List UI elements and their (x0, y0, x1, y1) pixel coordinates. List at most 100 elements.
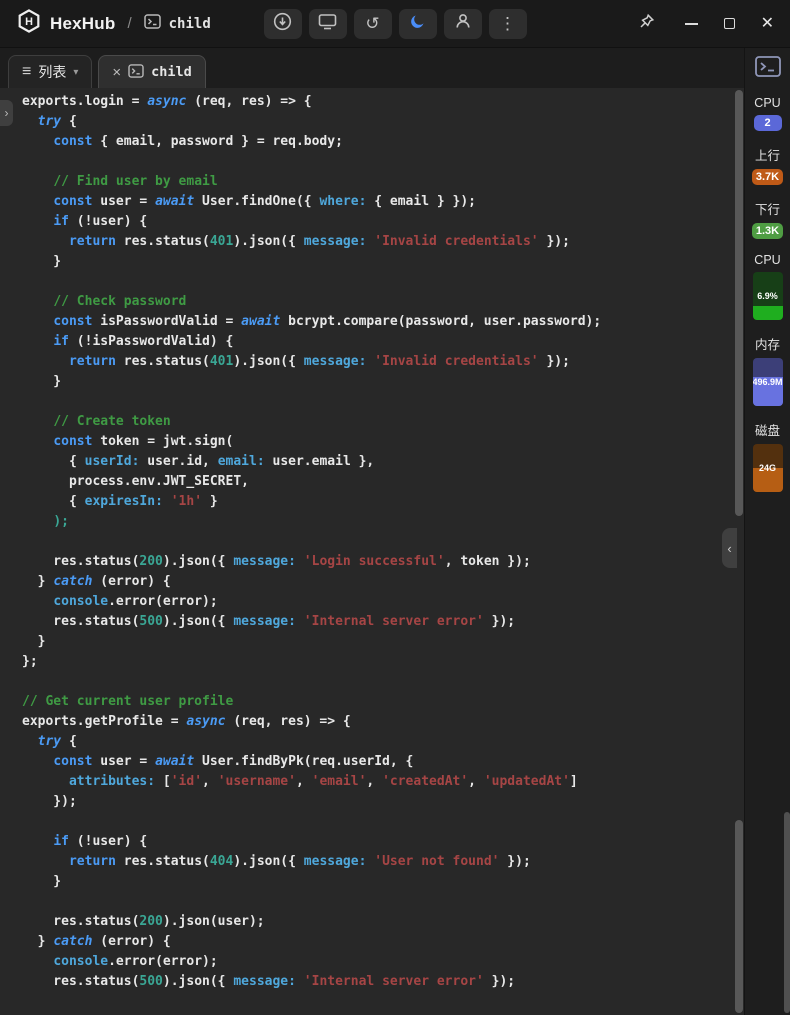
gauge-value: 496.9M (752, 377, 783, 387)
stat-label: CPU (754, 96, 781, 110)
gauge-value: 6.9% (757, 291, 778, 301)
code-line: exports.login = async (req, res) => { (22, 94, 312, 109)
stat-label: 内存 (754, 338, 780, 352)
code-line: if (!isPasswordValid) { (53, 334, 234, 349)
code-line: // Create token (53, 414, 171, 429)
code-line: } (22, 634, 46, 649)
pin-button[interactable] (638, 13, 655, 35)
code-line: return res.status(401).json({ message: '… (68, 234, 570, 249)
breadcrumb-separator: / (127, 15, 132, 32)
code-line: res.status(200).json({ message: 'Login s… (22, 554, 531, 569)
code-line: return res.status(404).json({ message: '… (68, 854, 531, 869)
stat-badge: 1.3K (751, 223, 784, 239)
code-line: } catch (error) { (22, 574, 171, 589)
code-line: // Get current user profile (22, 694, 234, 709)
stat-gauge: 6.9% (752, 272, 783, 320)
titlebar-left: H HexHub / child (16, 8, 264, 39)
hexhub-logo-icon: H (16, 8, 42, 39)
stat-gauge: 496.9M (752, 358, 783, 406)
code-line: if (!user) { (53, 834, 148, 849)
dark-mode-button[interactable] (398, 8, 437, 39)
moon-icon (409, 13, 426, 35)
minimize-button[interactable] (684, 22, 698, 25)
stats-sidebar: CPU 2 上行 3.7K 下行 1.3K CPU 6.9% 内存 496.9M 磁盘 24G (744, 48, 790, 1015)
stat-gauge: 24G (752, 444, 783, 492)
collapse-panel-handle[interactable]: ‹ (722, 528, 737, 568)
terminal-column: ≡ 列表 ▾ × child › exports.login = async (… (0, 48, 744, 1015)
tab-child[interactable]: × child (98, 55, 206, 88)
expand-panel-handle[interactable]: › (0, 100, 13, 126)
history-button[interactable]: ↺ (353, 8, 392, 39)
stat-label: CPU (754, 253, 781, 267)
code-line: // Check password (53, 294, 187, 309)
code-line: const user = await User.findByPk(req.use… (53, 754, 414, 769)
svg-text:H: H (25, 16, 33, 28)
code-line: } catch (error) { (22, 934, 171, 949)
code-line: const isPasswordValid = await bcrypt.com… (53, 314, 602, 329)
history-icon: ↺ (365, 14, 380, 33)
terminal-session-icon (143, 13, 161, 34)
code-line: } (22, 874, 62, 889)
more-icon: ⋮ (499, 14, 516, 33)
code-line: attributes: ['id', 'username', 'email', … (68, 774, 578, 789)
tab-child-label: child (151, 64, 192, 80)
code-line: } (22, 254, 62, 269)
terminal-editor: › exports.login = async (req, res) => { … (0, 88, 744, 1015)
stat-label: 上行 (754, 149, 780, 163)
code-line: { userId: user.id, email: user.email }, (22, 454, 375, 469)
terminal-icon (754, 56, 781, 81)
code-line: res.status(500).json({ message: 'Interna… (22, 974, 516, 989)
chevron-down-icon: ▾ (73, 66, 79, 78)
maximize-icon (723, 18, 735, 29)
scrollbar-thumb[interactable] (735, 820, 743, 1013)
display-icon (318, 13, 337, 35)
code-line: const user = await User.findOne({ where:… (53, 194, 476, 209)
maximize-button[interactable] (723, 18, 735, 29)
code-line: try { (37, 734, 77, 749)
chevron-left-icon: ‹ (727, 540, 732, 556)
tabbar: ≡ 列表 ▾ × child (0, 48, 744, 88)
tab-terminal-icon (128, 63, 144, 81)
code-line: const token = jwt.sign( (53, 434, 234, 449)
stat-label: 下行 (754, 203, 780, 217)
code-line: const { email, password } = req.body; (53, 134, 343, 149)
user-button[interactable] (443, 8, 482, 39)
sidebar-scrollbar[interactable] (784, 811, 790, 1013)
titlebar-toolbar: ↺ ⋮ (263, 8, 527, 39)
code-line: process.env.JWT_SECRET, (22, 474, 249, 489)
scrollbar-thumb[interactable] (735, 90, 743, 517)
more-menu-button[interactable]: ⋮ (488, 8, 527, 39)
code-line: // Find user by email (53, 174, 218, 189)
code-line: }); (22, 794, 77, 809)
stat-badge: 3.7K (751, 169, 784, 185)
titlebar: H HexHub / child ↺ ⋮ ✕ (0, 0, 790, 48)
pin-icon (638, 13, 655, 35)
code-line: console.error(error); (53, 594, 218, 609)
terminal-panel-button[interactable] (754, 56, 781, 82)
code-lines[interactable]: exports.login = async (req, res) => { tr… (0, 88, 744, 992)
app-name: HexHub (50, 13, 116, 33)
code-line: res.status(200).json(user); (22, 914, 265, 929)
workarea: ≡ 列表 ▾ × child › exports.login = async (… (0, 48, 790, 1015)
code-line: try { (37, 114, 77, 129)
display-button[interactable] (308, 8, 347, 39)
tab-list-label: 列表 (38, 64, 67, 80)
tab-close-icon[interactable]: × (112, 65, 121, 80)
code-line: } (22, 374, 62, 389)
close-icon: ✕ (760, 14, 774, 32)
code-line: if (!user) { (53, 214, 148, 229)
list-menu-icon: ≡ (22, 63, 32, 80)
tab-session-list[interactable]: ≡ 列表 ▾ (8, 55, 93, 88)
minimize-icon (684, 22, 698, 25)
stat-badge: 2 (753, 115, 782, 131)
import-button[interactable] (263, 8, 302, 39)
sidebar-stats: CPU 2 上行 3.7K 下行 1.3K CPU 6.9% 内存 496.9M 磁盘 24G (751, 82, 784, 492)
close-button[interactable]: ✕ (760, 14, 774, 32)
code-line: ); (53, 514, 69, 529)
